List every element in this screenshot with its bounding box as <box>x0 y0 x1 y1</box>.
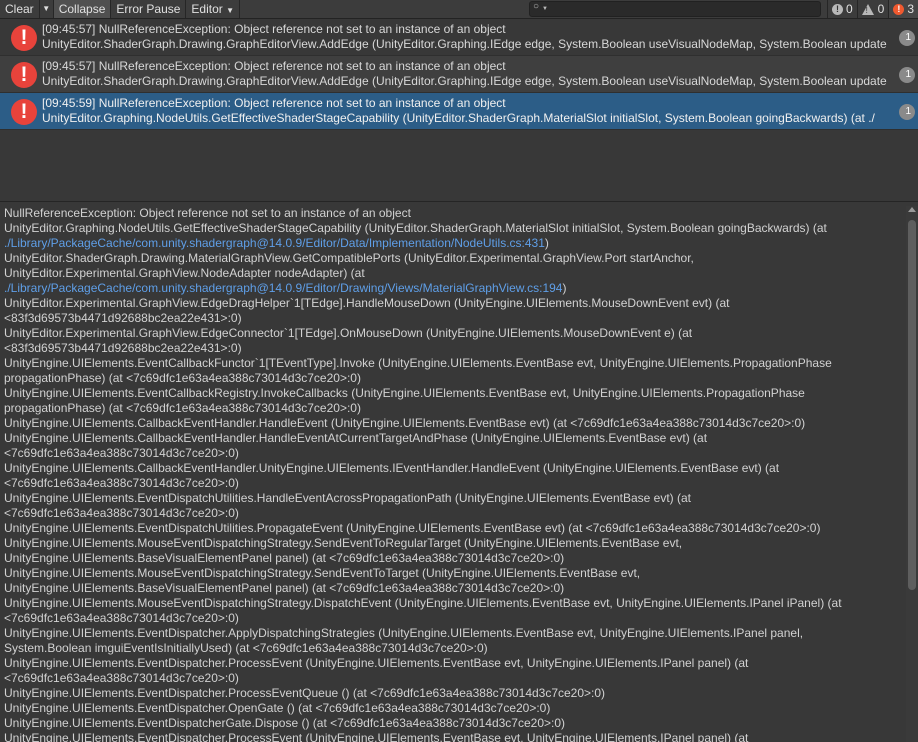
search-input[interactable]: ○ ▼ <box>528 1 821 17</box>
trace-line: UnityEngine.UIElements.EventDispatchUtil… <box>4 521 821 535</box>
editor-dropdown[interactable]: Editor ▼ <box>186 0 241 18</box>
trace-line: NullReferenceException: Object reference… <box>4 206 411 220</box>
log-entry-stack: UnityEditor.Graphing.NodeUtils.GetEffect… <box>42 111 875 125</box>
error-pause-toggle[interactable]: Error Pause <box>111 0 187 18</box>
log-entry-text: [09:45:59] NullReferenceException: Objec… <box>42 96 898 126</box>
trace-line: UnityEngine.UIElements.CallbackEventHand… <box>4 431 708 445</box>
trace-line: UnityEngine.UIElements.EventCallbackFunc… <box>4 356 832 370</box>
trace-line: <83f3d69573b4471d92688bc2ea22e431>:0) <box>4 311 242 325</box>
error-icon: ! <box>11 25 37 51</box>
source-link[interactable]: ./Library/PackageCache/com.unity.shaderg… <box>4 281 562 295</box>
info-icon: ! <box>831 3 843 15</box>
warning-icon: ! <box>861 3 874 15</box>
trace-line-tail: ) <box>544 236 549 250</box>
chevron-down-icon: ▼ <box>226 6 235 15</box>
trace-line: UnityEditor.Experimental.GraphView.EdgeC… <box>4 326 693 340</box>
error-count: 3 <box>907 2 914 16</box>
trace-line: ./Library/PackageCache/com.unity.shaderg… <box>0 281 905 296</box>
trace-line: <7c69dfc1e63a4ea388c73014d3c7ce20>:0) <box>4 506 239 520</box>
error-icon: ! <box>11 62 37 88</box>
trace-line: UnityEditor.Graphing.NodeUtils.GetEffect… <box>4 221 827 235</box>
trace-line: UnityEngine.UIElements.BaseVisualElement… <box>4 551 565 565</box>
trace-line: <7c69dfc1e63a4ea388c73014d3c7ce20>:0) <box>4 476 239 490</box>
trace-line: <7c69dfc1e63a4ea388c73014d3c7ce20>:0) <box>4 671 239 685</box>
trace-line: UnityEditor.Experimental.GraphView.NodeA… <box>4 266 365 280</box>
stack-trace-scrollbar[interactable] <box>906 206 918 742</box>
log-entry-text: [09:45:57] NullReferenceException: Objec… <box>42 59 898 89</box>
trace-line: UnityEngine.UIElements.EventDispatcher.A… <box>4 626 804 640</box>
split-divider[interactable] <box>0 201 918 202</box>
trace-line: UnityEditor.Experimental.GraphView.EdgeD… <box>4 296 730 310</box>
trace-line: UnityEngine.UIElements.EventDispatcher.P… <box>4 656 749 670</box>
log-entry-message: [09:45:59] NullReferenceException: Objec… <box>42 96 506 110</box>
trace-line: UnityEngine.UIElements.MouseEventDispatc… <box>4 566 641 580</box>
trace-line: UnityEngine.UIElements.MouseEventDispatc… <box>4 536 683 550</box>
error-filter-toggle[interactable]: ! 3 <box>888 0 918 18</box>
collapse-count-badge: 1 <box>899 30 915 46</box>
collapse-toggle[interactable]: Collapse <box>53 0 112 18</box>
collapse-count-badge: 1 <box>899 67 915 83</box>
search-icon: ○ <box>532 1 539 12</box>
trace-line: UnityEngine.UIElements.MouseEventDispatc… <box>4 596 842 610</box>
clear-options-dropdown[interactable]: ▼ <box>40 0 54 18</box>
trace-line: ./Library/PackageCache/com.unity.shaderg… <box>0 236 905 251</box>
trace-line: UnityEngine.UIElements.EventCallbackRegi… <box>4 386 805 400</box>
log-entry-message: [09:45:57] NullReferenceException: Objec… <box>42 59 506 73</box>
source-link[interactable]: ./Library/PackageCache/com.unity.shaderg… <box>4 236 545 250</box>
console-toolbar: Clear ▼ Collapse Error Pause Editor ▼ ○ … <box>0 0 918 19</box>
trace-line: <83f3d69573b4471d92688bc2ea22e431>:0) <box>4 341 242 355</box>
warning-filter-toggle[interactable]: ! 0 <box>856 0 889 18</box>
trace-line-tail: ) <box>562 281 567 295</box>
log-entry-stack: UnityEditor.ShaderGraph.Drawing.GraphEdi… <box>42 37 887 51</box>
log-entry-selected[interactable]: ! [09:45:59] NullReferenceException: Obj… <box>0 93 918 130</box>
collapse-count-badge: 1 <box>899 104 915 120</box>
trace-line: propagationPhase) (at <7c69dfc1e63a4ea38… <box>4 371 361 385</box>
log-entry[interactable]: ! [09:45:57] NullReferenceException: Obj… <box>0 56 918 93</box>
clear-button[interactable]: Clear <box>0 0 40 18</box>
search-dropdown-icon: ▼ <box>541 6 548 12</box>
trace-line: UnityEngine.UIElements.EventDispatcherGa… <box>4 716 566 730</box>
log-entry-message: [09:45:57] NullReferenceException: Objec… <box>42 22 506 36</box>
trace-line: UnityEngine.UIElements.CallbackEventHand… <box>4 416 806 430</box>
info-filter-toggle[interactable]: ! 0 <box>826 0 857 18</box>
trace-line: UnityEngine.UIElements.EventDispatchUtil… <box>4 491 691 505</box>
error-icon: ! <box>893 3 905 15</box>
stack-trace-panel: NullReferenceException: Object reference… <box>0 206 905 742</box>
log-entry[interactable]: ! [09:45:57] NullReferenceException: Obj… <box>0 19 918 56</box>
log-entry-list: ! [09:45:57] NullReferenceException: Obj… <box>0 19 918 201</box>
editor-label: Editor <box>191 2 223 16</box>
scroll-up-arrow-icon[interactable] <box>908 207 916 212</box>
trace-line: UnityEngine.UIElements.EventDispatcher.P… <box>4 731 749 742</box>
trace-line: UnityEngine.UIElements.BaseVisualElement… <box>4 581 565 595</box>
trace-line: <7c69dfc1e63a4ea388c73014d3c7ce20>:0) <box>4 611 239 625</box>
scrollbar-thumb[interactable] <box>908 220 916 590</box>
info-count: 0 <box>845 2 853 16</box>
trace-line: <7c69dfc1e63a4ea388c73014d3c7ce20>:0) <box>4 446 239 460</box>
log-entry-stack: UnityEditor.ShaderGraph.Drawing.GraphEdi… <box>42 74 887 88</box>
error-icon: ! <box>11 99 37 125</box>
trace-line: System.Boolean imguiEventIsInitiallyUsed… <box>4 641 488 655</box>
trace-line: UnityEngine.UIElements.EventDispatcher.O… <box>4 701 551 715</box>
trace-line: propagationPhase) (at <7c69dfc1e63a4ea38… <box>4 401 361 415</box>
trace-line: UnityEngine.UIElements.EventDispatcher.P… <box>4 686 606 700</box>
trace-line: UnityEditor.ShaderGraph.Drawing.Material… <box>4 251 694 265</box>
warning-count: 0 <box>877 2 885 16</box>
trace-line: UnityEngine.UIElements.CallbackEventHand… <box>4 461 780 475</box>
log-entry-text: [09:45:57] NullReferenceException: Objec… <box>42 22 898 52</box>
chevron-down-icon: ▼ <box>42 4 51 13</box>
